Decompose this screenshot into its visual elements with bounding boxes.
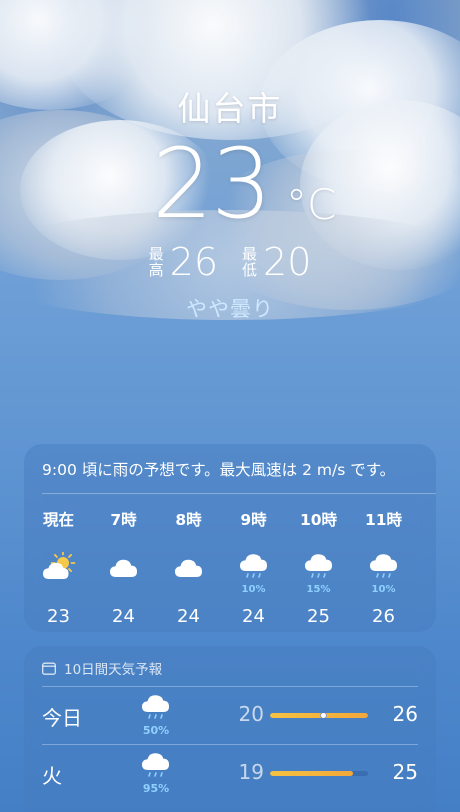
hourly-forecast-card[interactable]: 9:00 頃に雨の予想です。最大風速は 2 m/s です。 現在 23 7時 24 8時…: [24, 444, 436, 632]
hour-time: 11時: [364, 511, 403, 529]
temp-range-fill: [270, 771, 354, 776]
high-temperature: 26: [169, 240, 218, 284]
divider: [42, 686, 418, 687]
current-temperature: 23: [152, 128, 272, 240]
rain-cloud-icon: [136, 750, 176, 786]
hour-item: 10時 15% 25: [286, 508, 351, 627]
rain-cloud-icon: 10%: [351, 544, 416, 595]
hour-temperature: 24: [177, 606, 200, 627]
divider: [42, 493, 436, 494]
city-name: 仙台市: [177, 89, 283, 128]
hourly-list[interactable]: 現在 23 7時 24 8時 24 9時 10% 24 10時 15% 25 11時 10% 26: [24, 508, 436, 627]
hour-temperature: 25: [307, 606, 330, 627]
day-high: 26: [392, 702, 418, 726]
hour-time: 8時: [175, 511, 202, 529]
hour-item: 現在 23: [26, 508, 91, 627]
rain-cloud-icon: 10%: [221, 544, 286, 595]
day-low: 19: [238, 760, 264, 784]
daily-header-label: 10日間天気予報: [64, 662, 163, 678]
partly-sunny-icon: [26, 544, 91, 590]
hour-item: 7時 24: [91, 508, 156, 627]
daily-row[interactable]: 火 95% 19 25: [24, 744, 436, 802]
daily-forecast-card[interactable]: 10日間天気予報 今日 50% 20 26 火 95% 19 25: [24, 646, 436, 812]
temp-range-bar: [270, 713, 368, 718]
hour-time: 7時: [110, 511, 137, 529]
rain-cloud-icon: [136, 692, 176, 728]
cloud-icon: [91, 544, 156, 590]
day-precip: 50%: [142, 724, 170, 737]
hour-item: 8時 24: [156, 508, 221, 627]
hour-precip: 10%: [371, 584, 396, 595]
daily-row[interactable]: 今日 50% 20 26: [24, 686, 436, 744]
hour-temperature: 23: [47, 606, 70, 627]
daily-header: 10日間天気予報: [42, 658, 162, 678]
cloud-icon: [156, 544, 221, 590]
hour-time: 9時: [240, 511, 267, 529]
current-temp-marker: [320, 713, 328, 718]
temperature-unit: °C: [286, 180, 337, 229]
day-label: 火: [42, 764, 62, 788]
hour-temperature: 24: [242, 606, 265, 627]
day-low: 20: [238, 702, 264, 726]
hour-precip: 15%: [306, 584, 331, 595]
divider: [42, 744, 418, 745]
hour-temperature: 26: [372, 606, 395, 627]
temp-range-bar: [270, 771, 368, 776]
high-label: 最 高: [148, 245, 164, 279]
hour-temperature: 24: [112, 606, 135, 627]
low-label: 最 低: [242, 245, 258, 279]
hour-precip: 10%: [241, 584, 266, 595]
hour-time: 10時: [299, 511, 338, 529]
day-label: 今日: [42, 706, 82, 730]
hour-item: 11時 10% 26: [351, 508, 416, 627]
temp-range-fill: [270, 713, 368, 718]
hour-item: 9時 10% 24: [221, 508, 286, 627]
high-low: 最 高 26 最 低 20: [0, 240, 460, 284]
day-high: 25: [392, 760, 418, 784]
day-precip: 95%: [142, 782, 170, 795]
low-temperature: 20: [263, 240, 312, 284]
hour-time: 現在: [42, 511, 74, 529]
forecast-summary: 9:00 頃に雨の予想です。最大風速は 2 m/s です。: [42, 461, 396, 479]
rain-cloud-icon: 15%: [286, 544, 351, 595]
calendar-icon: [42, 662, 56, 675]
condition-text: やや曇り: [186, 297, 274, 321]
